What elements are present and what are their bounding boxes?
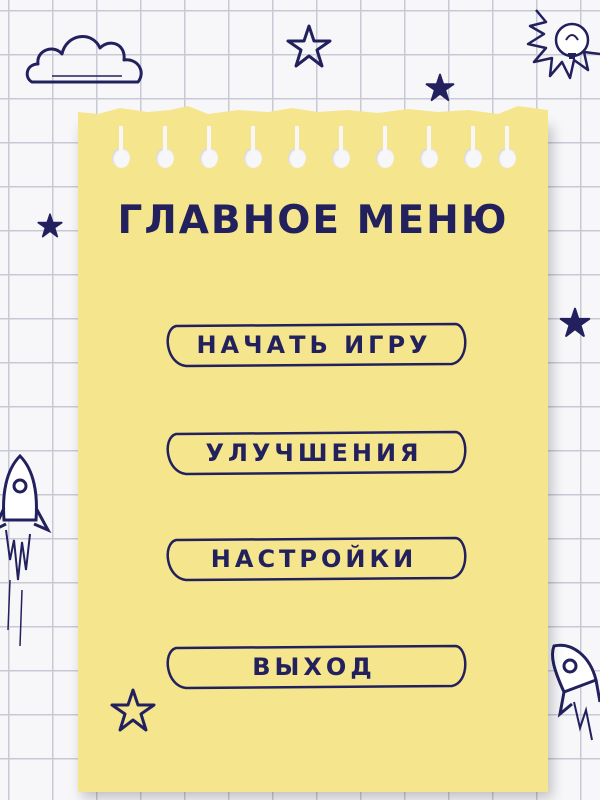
binder-hole (332, 126, 350, 168)
star-icon (37, 213, 63, 238)
binder-hole (112, 126, 130, 168)
upgrades-label: УЛУЧШЕНИЯ (205, 439, 423, 467)
binder-hole (156, 126, 174, 168)
start-game-button[interactable]: НАЧАТЬ ИГРУ (156, 320, 472, 370)
binder-hole (200, 126, 218, 168)
rocket-icon (0, 453, 52, 647)
binder-hole (498, 126, 516, 168)
cloud-icon (25, 35, 143, 84)
star-icon (559, 307, 591, 337)
menu-note-paper: ГЛАВНОЕ МЕНЮ НАЧАТЬ ИГРУ УЛУЧШЕНИЯ НАСТР… (78, 106, 548, 792)
star-icon (110, 688, 156, 732)
settings-button[interactable]: НАСТРОЙКИ (156, 534, 472, 584)
binder-holes (78, 126, 548, 172)
binder-hole (244, 126, 262, 168)
upgrades-button[interactable]: УЛУЧШЕНИЯ (156, 428, 472, 478)
binder-hole (464, 126, 482, 168)
binder-hole (420, 126, 438, 168)
star-icon (286, 24, 332, 68)
rocket-icon (550, 643, 600, 741)
torn-edge (78, 106, 548, 124)
binder-hole (376, 126, 394, 168)
binder-hole (288, 126, 306, 168)
exit-label: ВЫХОД (252, 653, 376, 681)
menu-title: ГЛАВНОЕ МЕНЮ (117, 198, 509, 243)
star-icon (425, 73, 455, 102)
settings-label: НАСТРОЙКИ (210, 545, 418, 573)
exit-button[interactable]: ВЫХОД (156, 642, 472, 692)
lightbulb-sun-icon (526, 9, 600, 80)
start-game-label: НАЧАТЬ ИГРУ (196, 331, 432, 359)
